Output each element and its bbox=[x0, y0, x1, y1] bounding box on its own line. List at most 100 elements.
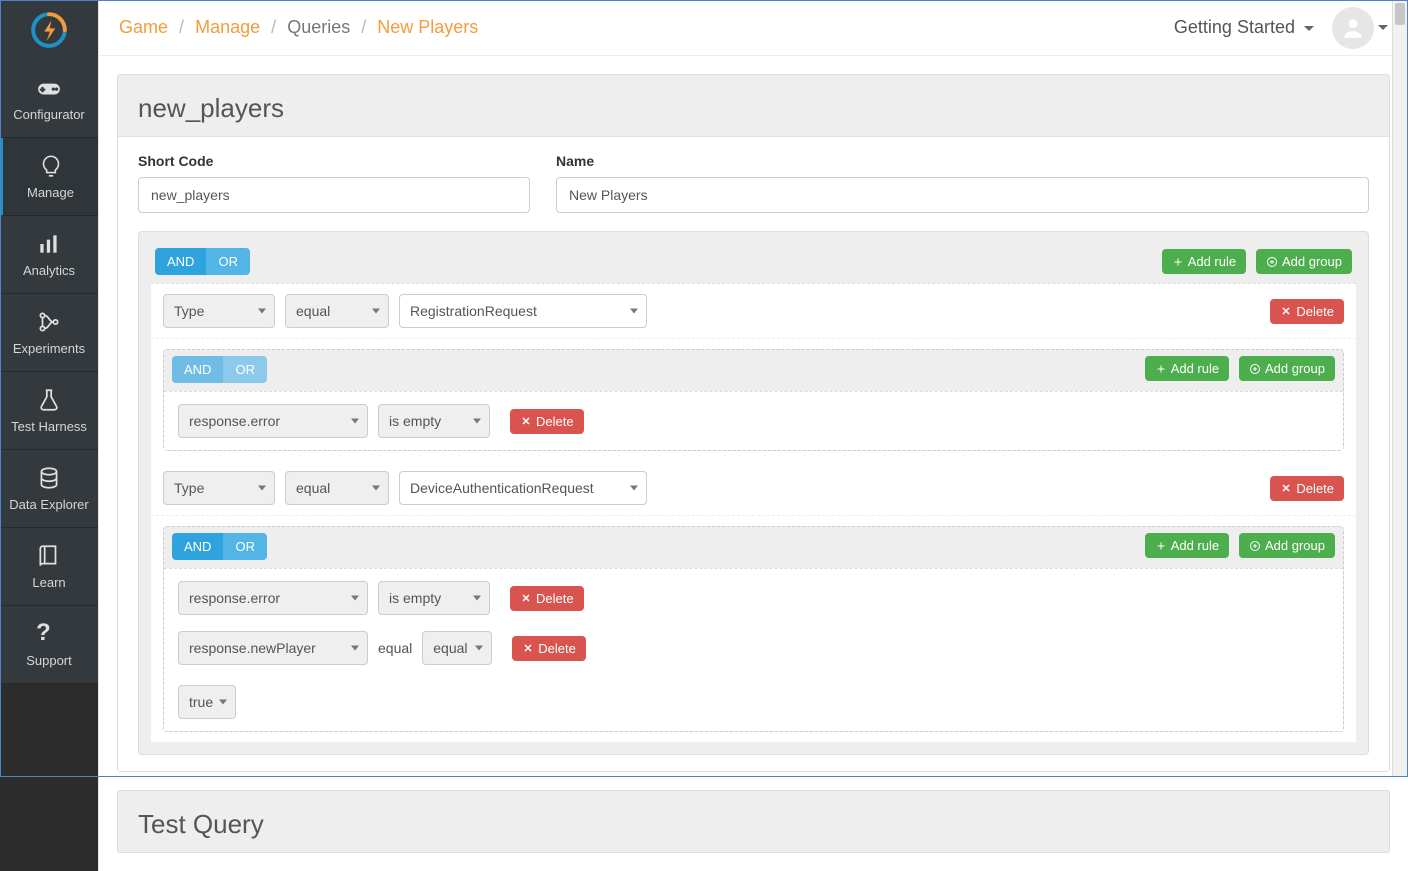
breadcrumb-game[interactable]: Game bbox=[119, 17, 168, 37]
group-condition-toggle[interactable]: AND OR bbox=[155, 248, 250, 275]
breadcrumb: Game / Manage / Queries / New Players bbox=[119, 17, 478, 38]
operator-select[interactable]: equal bbox=[285, 471, 389, 505]
sidebar-label: Configurator bbox=[13, 107, 85, 122]
name-field: Name bbox=[556, 153, 1369, 213]
sidebar-label: Analytics bbox=[23, 263, 75, 278]
lightbulb-icon bbox=[38, 153, 64, 179]
delete-rule-button[interactable]: Delete bbox=[512, 636, 586, 661]
and-button[interactable]: AND bbox=[172, 356, 223, 383]
gamepad-icon bbox=[36, 75, 62, 101]
sidebar-item-test-harness[interactable]: Test Harness bbox=[0, 372, 98, 450]
sidebar-item-configurator[interactable]: Configurator bbox=[0, 60, 98, 138]
x-icon bbox=[1280, 305, 1292, 317]
scrollbar-thumb[interactable] bbox=[1395, 3, 1405, 25]
rule-row: Type equal DeviceAuthenticationRequest D… bbox=[151, 461, 1356, 516]
group-condition-toggle[interactable]: AND OR bbox=[172, 533, 267, 560]
sidebar-item-support[interactable]: ? Support bbox=[0, 606, 98, 684]
group-condition-toggle[interactable]: AND OR bbox=[172, 356, 267, 383]
or-button[interactable]: OR bbox=[223, 533, 267, 560]
name-input[interactable] bbox=[556, 177, 1369, 213]
sidebar-item-data-explorer[interactable]: Data Explorer bbox=[0, 450, 98, 528]
test-query-title: Test Query bbox=[118, 791, 1389, 852]
value-select[interactable]: RegistrationRequest bbox=[399, 294, 647, 328]
name-label: Name bbox=[556, 153, 1369, 169]
breadcrumb-current[interactable]: New Players bbox=[377, 17, 478, 37]
branch-icon bbox=[36, 309, 62, 335]
add-group-button[interactable]: Add group bbox=[1239, 356, 1335, 381]
query-panel: new_players Short Code Name bbox=[117, 74, 1390, 772]
operator-select[interactable]: equal bbox=[285, 294, 389, 328]
x-icon bbox=[1280, 482, 1292, 494]
main: Game / Manage / Queries / New Players Ge… bbox=[98, 0, 1408, 871]
rule-row: response.error is empty Delete bbox=[164, 573, 1343, 623]
bar-chart-icon bbox=[36, 231, 62, 257]
scrollbar[interactable] bbox=[1392, 1, 1407, 776]
or-button[interactable]: OR bbox=[223, 356, 267, 383]
rule-row: response.error is empty Delete bbox=[164, 396, 1343, 446]
user-menu[interactable] bbox=[1332, 7, 1388, 49]
rule-row: response.newPlayer equal equal Delete tr… bbox=[164, 623, 1343, 727]
avatar bbox=[1332, 7, 1374, 49]
field-select[interactable]: response.error bbox=[178, 581, 368, 615]
sidebar-label: Test Harness bbox=[11, 419, 87, 434]
plus-icon bbox=[1155, 540, 1167, 552]
book-icon bbox=[36, 543, 62, 569]
field-select[interactable]: Type bbox=[163, 471, 275, 505]
sidebar-label: Data Explorer bbox=[9, 497, 88, 512]
query-builder: AND OR Add rule Add group bbox=[138, 231, 1369, 755]
operator-select[interactable]: is empty bbox=[378, 581, 490, 615]
and-button[interactable]: AND bbox=[172, 533, 223, 560]
delete-rule-button[interactable]: Delete bbox=[510, 586, 584, 611]
delete-rule-button[interactable]: Delete bbox=[1270, 299, 1344, 324]
op-label: equal bbox=[378, 640, 412, 656]
add-rule-button[interactable]: Add rule bbox=[1145, 533, 1229, 558]
plus-circle-icon bbox=[1249, 363, 1261, 375]
x-icon bbox=[520, 592, 532, 604]
plus-icon bbox=[1155, 363, 1167, 375]
test-query-panel: Test Query bbox=[117, 790, 1390, 853]
field-select[interactable]: response.newPlayer bbox=[178, 631, 368, 665]
plus-icon bbox=[1172, 256, 1184, 268]
panel-title: new_players bbox=[118, 75, 1389, 136]
topbar: Game / Manage / Queries / New Players Ge… bbox=[99, 0, 1408, 56]
delete-rule-button[interactable]: Delete bbox=[1270, 476, 1344, 501]
chevron-down-icon bbox=[1378, 25, 1388, 30]
sidebar-item-experiments[interactable]: Experiments bbox=[0, 294, 98, 372]
sidebar-item-learn[interactable]: Learn bbox=[0, 528, 98, 606]
short-code-label: Short Code bbox=[138, 153, 530, 169]
and-button[interactable]: AND bbox=[155, 248, 206, 275]
sidebar-label: Experiments bbox=[13, 341, 85, 356]
field-select[interactable]: Type bbox=[163, 294, 275, 328]
sidebar-item-analytics[interactable]: Analytics bbox=[0, 216, 98, 294]
add-group-button[interactable]: Add group bbox=[1239, 533, 1335, 558]
logo[interactable] bbox=[0, 0, 98, 60]
field-select[interactable]: response.error bbox=[178, 404, 368, 438]
getting-started-dropdown[interactable]: Getting Started bbox=[1174, 17, 1314, 38]
add-rule-button[interactable]: Add rule bbox=[1162, 249, 1246, 274]
database-icon bbox=[36, 465, 62, 491]
add-rule-button[interactable]: Add rule bbox=[1145, 356, 1229, 381]
operator-select[interactable]: is empty bbox=[378, 404, 490, 438]
x-icon bbox=[520, 415, 532, 427]
subgroup: AND OR Add rule Add group bbox=[163, 349, 1344, 451]
plus-circle-icon bbox=[1249, 540, 1261, 552]
value-select[interactable]: DeviceAuthenticationRequest bbox=[399, 471, 647, 505]
sidebar-item-manage[interactable]: Manage bbox=[0, 138, 98, 216]
delete-rule-button[interactable]: Delete bbox=[510, 409, 584, 434]
flask-icon bbox=[36, 387, 62, 413]
or-button[interactable]: OR bbox=[206, 248, 250, 275]
sidebar: Configurator Manage Analytics Experiment… bbox=[0, 0, 98, 871]
question-icon: ? bbox=[36, 621, 62, 647]
add-group-button[interactable]: Add group bbox=[1256, 249, 1352, 274]
chevron-down-icon bbox=[1304, 26, 1314, 31]
short-code-input[interactable] bbox=[138, 177, 530, 213]
value-select[interactable]: true bbox=[178, 685, 236, 719]
plus-circle-icon bbox=[1266, 256, 1278, 268]
breadcrumb-manage[interactable]: Manage bbox=[195, 17, 260, 37]
rule-row: Type equal RegistrationRequest Delete bbox=[151, 284, 1356, 339]
subgroup: AND OR Add rule Add group bbox=[163, 526, 1344, 732]
sidebar-label: Learn bbox=[32, 575, 65, 590]
operator-select[interactable]: equal bbox=[422, 631, 492, 665]
sidebar-label: Support bbox=[26, 653, 72, 668]
sidebar-label: Manage bbox=[27, 185, 74, 200]
